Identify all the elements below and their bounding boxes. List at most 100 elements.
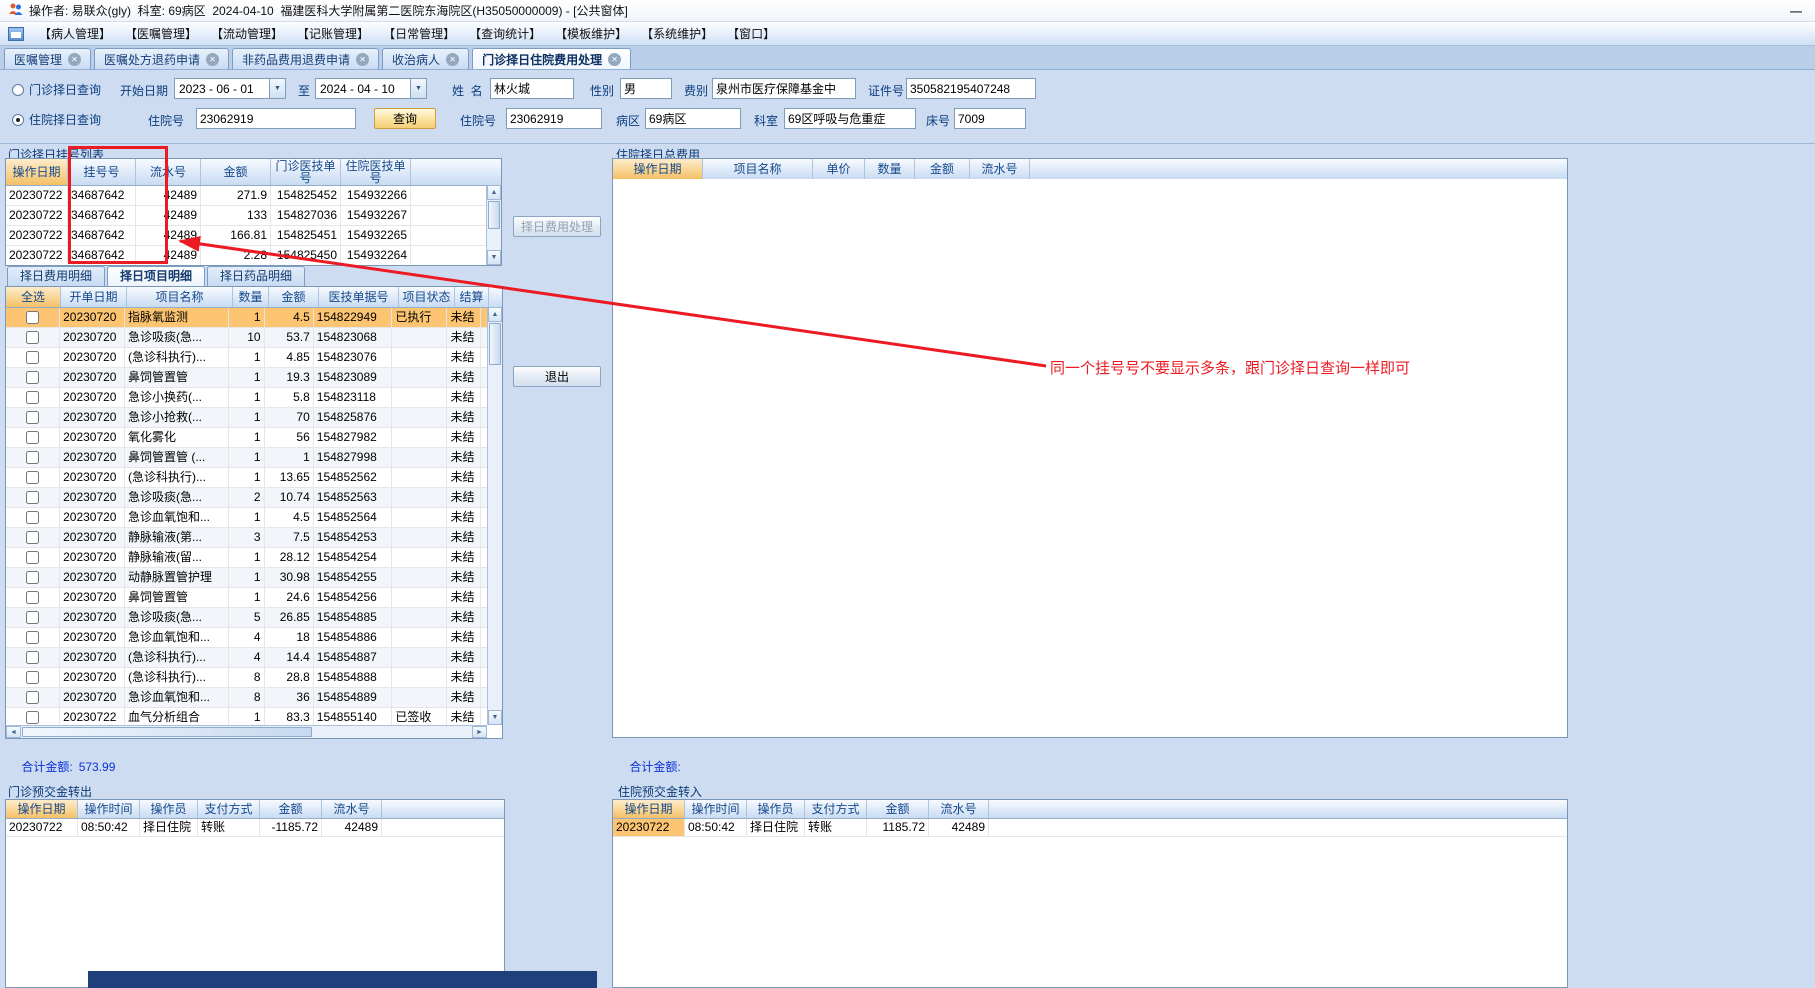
registration-row[interactable]: 20230722 34687642 42489 133 154827036 15… — [6, 206, 486, 226]
detail-row[interactable]: 20230720 动静脉置管护理 1 30.98 154854255 未结 — [6, 568, 487, 588]
column-header-serial-no[interactable]: 流水号 — [136, 159, 201, 185]
column-header-amount[interactable]: 金额 — [201, 159, 271, 185]
column-header-inp-doc-no[interactable]: 住院医技单号 — [341, 159, 411, 185]
menu-item[interactable]: 【系统维护】 — [634, 22, 720, 45]
detail-tab[interactable]: 择日项目明细 — [107, 266, 206, 286]
document-tab[interactable]: 非药品费用退费申请 — [232, 48, 380, 69]
start-date-combo[interactable]: 2023 - 06 - 01 — [174, 78, 286, 99]
column-header-operation-date[interactable]: 操作日期 — [6, 159, 68, 185]
column-header-outp-doc-no[interactable]: 门诊医技单号 — [271, 159, 341, 185]
menu-item[interactable]: 【病人管理】 — [32, 22, 118, 45]
row-checkbox[interactable] — [26, 671, 40, 684]
row-checkbox[interactable] — [26, 551, 40, 564]
dept-input[interactable] — [784, 108, 916, 129]
detail-row[interactable]: 20230720 急诊吸痰(急... 5 26.85 154854885 未结 — [6, 608, 487, 628]
row-checkbox[interactable] — [26, 711, 40, 724]
column-header-quantity[interactable]: 数量 — [233, 287, 269, 307]
process-fees-button[interactable]: 择日费用处理 — [513, 216, 601, 237]
tab-close-icon[interactable] — [446, 52, 460, 66]
scrollbar-thumb[interactable] — [488, 201, 500, 229]
row-checkbox[interactable] — [26, 651, 40, 664]
detail-row[interactable]: 20230720 (急诊科执行)... 1 4.85 154823076 未结 — [6, 348, 487, 368]
column-header-quantity[interactable]: 数量 — [865, 159, 915, 179]
gender-input[interactable] — [620, 78, 672, 99]
scrollbar-thumb[interactable] — [22, 727, 312, 737]
minimize-button[interactable] — [1785, 4, 1807, 18]
menu-item[interactable]: 【流动管理】 — [204, 22, 290, 45]
column-header-pay-method[interactable]: 支付方式 — [805, 800, 867, 818]
dropdown-icon[interactable] — [410, 79, 426, 98]
column-header-operation-time[interactable]: 操作时间 — [78, 800, 140, 818]
prepay-out-row[interactable]: 20230722 08:50:42 择日住院 转账 -1185.72 42489 — [6, 819, 504, 837]
detail-row[interactable]: 20230720 鼻饲管置管 1 19.3 154823089 未结 — [6, 368, 487, 388]
row-checkbox[interactable] — [26, 331, 40, 344]
column-header-amount[interactable]: 金额 — [915, 159, 970, 179]
detail-row[interactable]: 20230720 鼻饲管置管 1 24.6 154854256 未结 — [6, 588, 487, 608]
column-header-operator[interactable]: 操作员 — [747, 800, 805, 818]
scroll-right-icon[interactable] — [472, 726, 487, 738]
column-header-pay-method[interactable]: 支付方式 — [198, 800, 260, 818]
menu-item[interactable]: 【记账管理】 — [290, 22, 376, 45]
row-checkbox[interactable] — [26, 571, 40, 584]
document-tab[interactable]: 门诊择日住院费用处理 — [472, 48, 632, 69]
column-header-amount[interactable]: 金额 — [867, 800, 929, 818]
horizontal-scrollbar[interactable] — [6, 725, 487, 738]
tab-close-icon[interactable] — [68, 52, 82, 66]
column-header-operation-date[interactable]: 操作日期 — [613, 159, 703, 179]
row-checkbox[interactable] — [26, 631, 40, 644]
vertical-scrollbar[interactable] — [487, 307, 502, 725]
fee-type-input[interactable] — [712, 78, 856, 99]
tab-close-icon[interactable] — [608, 52, 622, 66]
row-checkbox[interactable] — [26, 691, 40, 704]
column-header-doc-no[interactable]: 医技单据号 — [319, 287, 399, 307]
exit-button[interactable]: 退出 — [513, 366, 601, 387]
detail-row[interactable]: 20230720 (急诊科执行)... 8 28.8 154854888 未结 — [6, 668, 487, 688]
menu-item[interactable]: 【日常管理】 — [376, 22, 462, 45]
registration-row[interactable]: 20230722 34687642 42489 271.9 154825452 … — [6, 186, 486, 206]
detail-row[interactable]: 20230720 静脉输液(留... 1 28.12 154854254 未结 — [6, 548, 487, 568]
registration-row[interactable]: 20230722 34687642 42489 2.28 154825450 1… — [6, 246, 486, 265]
column-header-item-name[interactable]: 项目名称 — [127, 287, 233, 307]
row-checkbox[interactable] — [26, 471, 40, 484]
scrollbar-thumb[interactable] — [489, 323, 501, 365]
column-header-serial-no[interactable]: 流水号 — [970, 159, 1030, 179]
row-checkbox[interactable] — [26, 591, 40, 604]
inpatient-no-input[interactable] — [196, 108, 356, 129]
prepay-in-row[interactable]: 20230722 08:50:42 择日住院 转账 1185.72 42489 — [613, 819, 1567, 837]
tab-close-icon[interactable] — [206, 52, 220, 66]
row-checkbox[interactable] — [26, 351, 40, 364]
detail-row[interactable]: 20230720 急诊吸痰(急... 10 53.7 154823068 未结 — [6, 328, 487, 348]
document-tab[interactable]: 医嘱处方退药申请 — [94, 48, 230, 69]
bed-input[interactable] — [954, 108, 1026, 129]
query-button[interactable]: 查询 — [374, 108, 436, 129]
column-header-item-status[interactable]: 项目状态 — [399, 287, 455, 307]
detail-row[interactable]: 20230720 鼻饲管置管 (... 1 1 154827998 未结 — [6, 448, 487, 468]
column-header-registration-no[interactable]: 挂号号 — [68, 159, 136, 185]
menu-item[interactable]: 【模板维护】 — [548, 22, 634, 45]
detail-row[interactable]: 20230720 急诊血氧饱和... 4 18 154854886 未结 — [6, 628, 487, 648]
patient-name-input[interactable] — [490, 78, 574, 99]
inpatient-no-display[interactable] — [506, 108, 602, 129]
row-checkbox[interactable] — [26, 611, 40, 624]
scroll-up-icon[interactable] — [487, 185, 501, 200]
column-header-settlement[interactable]: 结算 — [455, 287, 489, 307]
menu-item[interactable]: 【窗口】 — [720, 22, 782, 45]
detail-tab[interactable]: 择日费用明细 — [7, 266, 106, 286]
column-header-operator[interactable]: 操作员 — [140, 800, 198, 818]
row-checkbox[interactable] — [26, 491, 40, 504]
radio-inpatient-query[interactable]: 住院择日查询 — [12, 111, 101, 128]
ward-input[interactable] — [645, 108, 741, 129]
vertical-scrollbar[interactable] — [486, 185, 501, 265]
end-date-combo[interactable]: 2024 - 04 - 10 — [315, 78, 427, 99]
scroll-down-icon[interactable] — [487, 250, 501, 265]
column-header-select-all[interactable]: 全选 — [6, 287, 61, 307]
detail-row[interactable]: 20230720 急诊血氧饱和... 8 36 154854889 未结 — [6, 688, 487, 708]
column-header-serial-no[interactable]: 流水号 — [929, 800, 989, 818]
column-header-operation-time[interactable]: 操作时间 — [685, 800, 747, 818]
detail-row[interactable]: 20230720 急诊小换药(... 1 5.8 154823118 未结 — [6, 388, 487, 408]
row-checkbox[interactable] — [26, 511, 40, 524]
radio-outpatient-query[interactable]: 门诊择日查询 — [12, 81, 101, 98]
detail-row[interactable]: 20230720 急诊血氧饱和... 1 4.5 154852564 未结 — [6, 508, 487, 528]
column-header-operation-date[interactable]: 操作日期 — [613, 800, 685, 818]
document-tab[interactable]: 医嘱管理 — [4, 48, 92, 69]
